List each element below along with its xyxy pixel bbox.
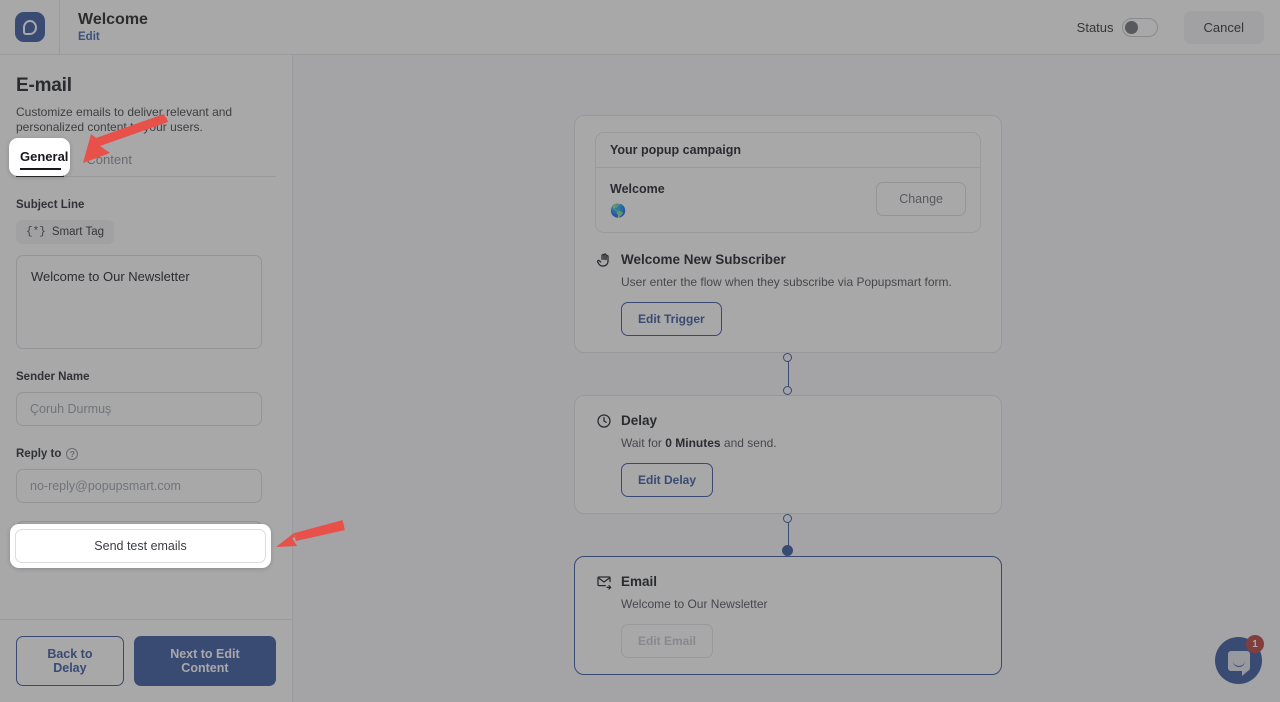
intercom-chat-button[interactable]: 1 <box>1215 635 1264 684</box>
smart-tag-label: Smart Tag <box>51 226 105 238</box>
status-toggle[interactable] <box>1121 17 1158 37</box>
app-header: Welcome Edit Status Cancel <box>0 0 1280 55</box>
flow-canvas[interactable]: Your popup campaign Welcome 🌎 Change Wel… <box>293 55 1280 702</box>
chat-bubble-icon <box>1227 650 1250 676</box>
connector-dot-bottom <box>783 386 792 395</box>
delay-header: Delay <box>595 412 981 429</box>
popup-campaign-card: Your popup campaign Welcome 🌎 Change <box>595 132 981 233</box>
trigger-header: Welcome New Subscriber <box>595 251 981 268</box>
subject-line-label: Subject Line <box>16 199 276 211</box>
panel-title: E-mail <box>16 75 72 96</box>
trigger-title: Welcome New Subscriber <box>621 252 786 267</box>
connector-dot-top <box>783 514 792 523</box>
delay-node[interactable]: Delay Wait for 0 Minutes and send. Edit … <box>574 395 1002 514</box>
delay-desc-value: 0 Minutes <box>665 436 721 450</box>
spotlight-general-tab-underline <box>20 168 61 170</box>
subject-line-input[interactable]: Welcome to Our Newsletter <box>16 255 262 349</box>
spotlight-general-tab[interactable]: General <box>9 138 70 176</box>
header-actions: Status Cancel <box>1076 10 1280 44</box>
sender-name-label-text: Sender Name <box>16 371 90 383</box>
sender-name-input[interactable]: Çoruh Durmuş <box>16 392 262 426</box>
delay-desc-suffix: and send. <box>720 436 777 450</box>
email-header: Email <box>595 573 981 590</box>
cancel-button[interactable]: Cancel <box>1183 10 1264 44</box>
panel-subtitle: Customize emails to deliver relevant and… <box>16 105 233 134</box>
flow-container: Your popup campaign Welcome 🌎 Change Wel… <box>574 115 1002 675</box>
edit-link[interactable]: Edit <box>78 30 148 44</box>
click-hand-icon <box>595 251 612 268</box>
tab-content[interactable]: Content <box>86 152 132 176</box>
envelope-icon <box>595 573 612 590</box>
spotlight-general-tab-label: General <box>20 149 69 164</box>
email-node[interactable]: Email Welcome to Our Newsletter Edit Ema… <box>574 556 1002 675</box>
trigger-node[interactable]: Your popup campaign Welcome 🌎 Change Wel… <box>574 115 1002 353</box>
connector-delay-email <box>574 514 1002 556</box>
page-title: Welcome <box>78 11 148 28</box>
back-to-delay-button[interactable]: Back to Delay <box>16 636 124 686</box>
connector-dot-bottom-filled <box>782 545 793 556</box>
globe-icon: 🌎 <box>610 203 627 218</box>
delay-title: Delay <box>621 413 658 428</box>
next-to-edit-content-button[interactable]: Next to Edit Content <box>133 636 276 686</box>
status-label: Status <box>1076 19 1114 35</box>
change-popup-button[interactable]: Change <box>876 182 966 216</box>
delay-description: Wait for 0 Minutes and send. <box>621 436 981 450</box>
code-braces-icon: {*} <box>26 226 46 238</box>
edit-trigger-button[interactable]: Edit Trigger <box>621 302 722 336</box>
trigger-info: Welcome New Subscriber User enter the fl… <box>595 251 981 336</box>
intercom-unread-badge: 1 <box>1246 635 1264 653</box>
smart-tag-button[interactable]: {*} Smart Tag <box>16 220 115 244</box>
connector-trigger-delay <box>574 353 1002 395</box>
connector-dot-top <box>783 353 792 362</box>
popup-campaign-body: Welcome 🌎 Change <box>596 168 980 232</box>
popupsmart-logo-icon[interactable] <box>14 12 45 42</box>
reply-to-label-text: Reply to <box>16 448 62 460</box>
popup-campaign-header: Your popup campaign <box>596 133 980 168</box>
app-root: Welcome Edit Status Cancel E-mail Custom… <box>0 0 1280 702</box>
popup-campaign-name: Welcome <box>610 182 665 196</box>
trigger-description: User enter the flow when they subscribe … <box>621 275 952 289</box>
clock-icon <box>595 412 612 429</box>
panel-content: E-mail Customize emails to deliver relev… <box>0 55 292 555</box>
spotlight-send-test-emails[interactable]: Send test emails <box>10 524 271 568</box>
logo-glyph <box>22 19 37 35</box>
edit-email-button[interactable]: Edit Email <box>621 624 714 658</box>
logo-container <box>0 0 60 55</box>
email-title: Email <box>621 574 658 589</box>
reply-to-input[interactable]: no-reply@popupsmart.com <box>16 469 262 503</box>
panel-footer: Back to Delay Next to Edit Content <box>0 619 292 702</box>
delay-desc-prefix: Wait for <box>621 436 666 450</box>
header-titles: Welcome Edit <box>78 10 148 44</box>
subject-line-label-text: Subject Line <box>16 199 85 211</box>
question-mark-icon[interactable]: ? <box>66 448 79 460</box>
popup-campaign-info: Welcome 🌎 <box>610 182 665 218</box>
reply-to-label: Reply to ? <box>16 448 276 460</box>
sender-name-label: Sender Name <box>16 371 276 383</box>
spotlight-send-test-emails-label: Send test emails <box>15 529 266 563</box>
chat-smile <box>1232 661 1245 667</box>
edit-delay-button[interactable]: Edit Delay <box>621 463 714 497</box>
email-description: Welcome to Our Newsletter <box>621 597 768 611</box>
toggle-knob <box>1124 20 1138 34</box>
